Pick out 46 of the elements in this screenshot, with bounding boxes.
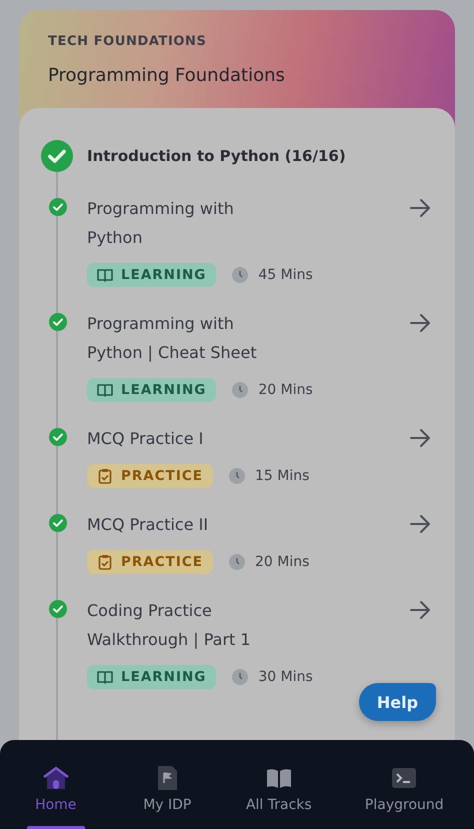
- arrow-right-icon[interactable]: [409, 427, 431, 449]
- clipboard-icon: [97, 554, 113, 570]
- book-icon: [97, 669, 113, 685]
- type-badge: LEARNING: [87, 665, 216, 689]
- lesson-title[interactable]: Programming with Python | Cheat Sheet: [87, 309, 277, 367]
- check-icon: [49, 428, 67, 446]
- nav-tab[interactable]: All Tracks: [223, 765, 335, 829]
- type-badge: LEARNING: [87, 378, 216, 402]
- duration-text: 30 Mins: [258, 669, 313, 685]
- duration-text: 15 Mins: [255, 468, 310, 484]
- type-badge: PRACTICE: [87, 550, 214, 574]
- arrow-right-icon[interactable]: [409, 599, 431, 621]
- arrow-right-icon[interactable]: [409, 312, 431, 334]
- nav-tab[interactable]: Home: [0, 765, 112, 829]
- lesson-title[interactable]: Programming with Python: [87, 194, 277, 252]
- nav-tab[interactable]: Playground: [334, 765, 474, 829]
- lesson-title[interactable]: Coding Practice Walkthrough | Part 1: [87, 596, 277, 654]
- lesson-title[interactable]: MCQ Practice I: [87, 424, 204, 453]
- check-icon: [49, 198, 67, 216]
- duration-text: 45 Mins: [258, 267, 313, 283]
- terminal-icon: [391, 765, 418, 791]
- type-badge: LEARNING: [87, 263, 216, 287]
- home-icon: [42, 765, 69, 791]
- clock-icon: [229, 468, 246, 484]
- type-badge: PRACTICE: [87, 464, 214, 488]
- clock-icon: [232, 382, 248, 398]
- check-icon: [49, 313, 67, 331]
- nav-tab[interactable]: My IDP: [112, 765, 224, 829]
- duration-text: 20 Mins: [258, 382, 313, 398]
- module-title: Introduction to Python (16/16): [87, 147, 346, 165]
- track-category: TECH FOUNDATIONS: [48, 34, 208, 49]
- course-title: Programming Foundations: [48, 65, 286, 86]
- book-icon: [97, 267, 113, 283]
- arrow-right-icon[interactable]: [409, 513, 431, 535]
- check-icon: [49, 514, 67, 532]
- check-icon: [49, 600, 67, 618]
- book-icon: [97, 382, 113, 398]
- help-button[interactable]: Help: [359, 683, 436, 721]
- check-icon: [41, 140, 73, 172]
- arrow-right-icon[interactable]: [409, 197, 431, 219]
- duration-text: 20 Mins: [255, 554, 310, 570]
- clock-icon: [232, 267, 248, 283]
- clipboard-icon: [97, 468, 113, 484]
- lesson-title[interactable]: MCQ Practice II: [87, 510, 208, 539]
- clock-icon: [232, 669, 248, 685]
- clock-icon: [229, 554, 246, 570]
